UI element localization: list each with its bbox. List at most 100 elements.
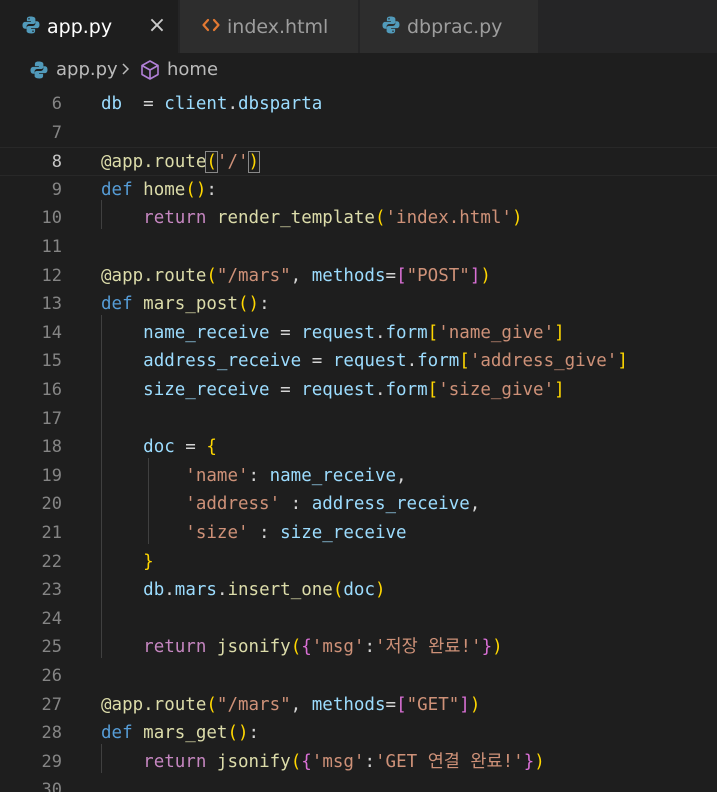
code-text: size_receive = request.form['size_give']: [101, 376, 565, 405]
code-text: def home():: [101, 176, 217, 205]
code-token: :: [248, 523, 281, 543]
code-line[interactable]: 10 return render_template('index.html'): [0, 204, 717, 233]
code-token: 'size_give': [438, 380, 555, 400]
code-editor[interactable]: 6 db = client.dbsparta 7 8 @app.route('/') 9 d…: [0, 86, 717, 792]
code-text: 'size' : size_receive: [101, 519, 406, 548]
code-token: =: [385, 694, 397, 715]
code-token: 'name': [185, 465, 249, 486]
code-token: '/': [216, 152, 249, 173]
line-number: 27: [41, 694, 62, 715]
code-token: =: [385, 265, 397, 286]
code-token: (: [205, 151, 218, 174]
close-icon[interactable]: ×: [146, 13, 168, 39]
code-token: (): [237, 294, 260, 315]
code-token: "POST": [406, 265, 470, 286]
code-token: doc: [143, 437, 175, 458]
code-line[interactable]: 7: [0, 119, 717, 148]
code-line[interactable]: 19 'name': name_receive,: [0, 462, 717, 491]
line-number: 20: [41, 494, 62, 515]
code-token: def: [101, 294, 133, 315]
code-token: ): [511, 208, 523, 229]
code-text: address_receive = request.form['address_…: [101, 347, 628, 376]
code-token: ): [375, 580, 386, 601]
line-number: 11: [41, 237, 62, 257]
code-line[interactable]: 15 address_receive = request.form['addre…: [0, 347, 717, 376]
code-token: :: [364, 751, 376, 772]
tab-index-html[interactable]: index.html: [180, 0, 358, 53]
tab-app-py[interactable]: app.py ×: [0, 0, 178, 53]
code-token: =: [269, 322, 302, 343]
breadcrumb-symbol[interactable]: home: [167, 58, 218, 82]
code-token: db: [143, 580, 165, 601]
code-line[interactable]: 23 db.mars.insert_one(doc): [0, 576, 717, 605]
code-token: 'name_give': [438, 322, 555, 343]
code-line[interactable]: 13 def mars_post():: [0, 290, 717, 319]
code-token: render_template: [216, 208, 375, 229]
code-token: ,: [469, 494, 481, 515]
code-token: mars_post: [143, 294, 238, 315]
code-token: insert_one: [227, 580, 333, 601]
code-token: }: [481, 637, 493, 658]
code-token: 'address': [185, 494, 281, 515]
tab-label: index.html: [227, 16, 329, 38]
code-line[interactable]: 12 @app.route("/mars", methods=["POST"]): [0, 262, 717, 291]
code-line[interactable]: 29 return jsonify({'msg':'GET 연결 완료!'}): [0, 748, 717, 777]
code-line[interactable]: 18 doc = {: [0, 433, 717, 462]
code-token: (: [290, 751, 302, 772]
code-token: request: [301, 380, 375, 400]
code-token: name_receive: [143, 322, 270, 343]
code-token: address_receive: [311, 494, 470, 515]
code-token: .: [374, 322, 386, 343]
code-text: return render_template('index.html'): [101, 204, 523, 233]
code-line[interactable]: 11: [0, 233, 717, 262]
code-line[interactable]: 20 'address' : address_receive,: [0, 490, 717, 519]
code-token: ]: [459, 694, 470, 715]
code-token: {: [206, 437, 217, 458]
code-line[interactable]: 25 return jsonify({'msg':'저장 완료!'}): [0, 633, 717, 662]
line-number: 28: [41, 723, 62, 744]
code-line[interactable]: 26: [0, 662, 717, 691]
python-icon: [382, 16, 400, 34]
breadcrumb-file[interactable]: app.py: [56, 58, 118, 82]
code-token: ): [247, 151, 261, 174]
code-line[interactable]: 16 size_receive = request.form['size_giv…: [0, 376, 717, 405]
code-text: db = client.dbsparta: [101, 90, 322, 119]
code-line[interactable]: 24: [0, 605, 717, 634]
tab-bar: app.py × index.html dbprac.py: [0, 0, 717, 53]
code-line[interactable]: 22 }: [0, 548, 717, 577]
code-token: [: [396, 694, 407, 715]
code-token: ): [480, 265, 491, 286]
code-token: ,: [290, 694, 312, 715]
line-number: 22: [41, 551, 62, 572]
code-token: name_receive: [269, 465, 397, 486]
code-token: doc: [343, 580, 375, 601]
code-line[interactable]: 27 @app.route("/mars", methods=["GET"]): [0, 691, 717, 720]
line-number: 21: [41, 523, 62, 543]
code-token: (): [185, 179, 207, 200]
code-token: ): [534, 751, 545, 772]
line-number: 17: [41, 408, 62, 429]
code-line[interactable]: 30: [0, 776, 717, 792]
tab-dbprac-py[interactable]: dbprac.py: [360, 0, 538, 53]
code-line[interactable]: 14 name_receive = request.form['name_giv…: [0, 319, 717, 348]
line-number: 19: [41, 465, 62, 486]
code-line[interactable]: 28 def mars_get():: [0, 719, 717, 748]
code-line[interactable]: 8 @app.route('/'): [0, 147, 717, 176]
code-line[interactable]: 17: [0, 405, 717, 434]
code-token: jsonify: [216, 637, 291, 658]
code-line[interactable]: 9 def home():: [0, 176, 717, 205]
code-token: [: [427, 380, 439, 400]
code-token: =: [301, 351, 333, 372]
python-icon: [22, 16, 40, 34]
code-text: 'address' : address_receive,: [101, 490, 480, 519]
code-line[interactable]: 21 'size' : size_receive: [0, 519, 717, 548]
code-line[interactable]: 6 db = client.dbsparta: [0, 90, 717, 119]
breadcrumb: app.py home: [0, 53, 717, 86]
